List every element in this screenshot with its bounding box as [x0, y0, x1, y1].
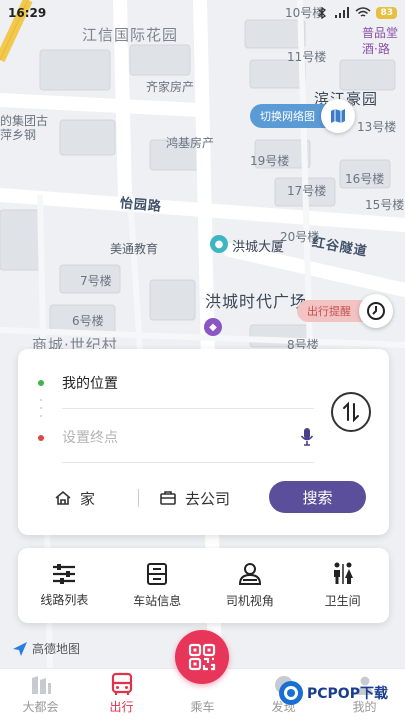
map-label-left-steel: 萍乡钢 — [0, 128, 37, 142]
bus-icon — [111, 672, 132, 695]
service-restroom-label: 卫生间 — [324, 594, 361, 608]
status-time: 16:29 — [8, 6, 47, 20]
quick-destinations: 家 去公司 搜索 — [18, 481, 389, 515]
status-icons: 83 — [315, 7, 397, 19]
destination-field[interactable]: 设置终点 — [62, 411, 314, 463]
poi-hongcheng-tower-icon: ● — [210, 235, 228, 253]
service-driver-view-label: 司机视角 — [225, 594, 274, 608]
map-label-building-6: 6号楼 — [72, 314, 104, 328]
qr-code-icon — [188, 643, 216, 671]
watermark-text: PCPOP下载 — [307, 686, 388, 702]
map-label-hongcheng-plaza: 洪城时代广场 — [205, 292, 308, 311]
map-label-building-7: 7号楼 — [80, 274, 112, 288]
quick-divider — [138, 489, 139, 507]
map-label-jiangxin: 江信国际花园 — [82, 26, 179, 44]
map-label-building-19: 19号楼 — [250, 154, 290, 168]
tab-metropolis-label: 大都会 — [22, 700, 59, 714]
station-info-icon — [147, 563, 168, 585]
bluetooth-icon — [319, 7, 327, 19]
destination-placeholder: 设置终点 — [62, 429, 118, 446]
service-bar: 线路列表 车站信息 司机视角 卫生间 — [18, 548, 389, 623]
quick-home-label: 家 — [80, 489, 96, 508]
microphone-icon[interactable] — [300, 427, 314, 447]
map-icon — [331, 109, 345, 123]
tab-metropolis[interactable]: 大都会 — [0, 669, 81, 720]
service-route-list-label: 线路列表 — [40, 593, 89, 607]
quick-home-button[interactable]: 家 — [54, 488, 95, 509]
metropolis-icon — [31, 676, 51, 694]
watermark: PCPOP下载 — [278, 680, 388, 706]
signal-icon — [335, 7, 350, 18]
route-connector — [40, 396, 42, 420]
service-driver-view[interactable]: 司机视角 — [204, 548, 297, 623]
destination-dot-icon — [38, 435, 44, 441]
map-label-hongcheng-tower: 洪城大厦 — [232, 240, 285, 255]
amap-arrow-icon — [13, 641, 27, 656]
origin-label: 我的位置 — [62, 375, 118, 392]
driver-view-icon — [238, 563, 261, 585]
tab-ride-label: 乘车 — [190, 700, 215, 714]
map-label-qijia: 齐家房产 — [146, 80, 195, 94]
switch-map-label: 切换网络图 — [260, 110, 315, 123]
watermark-logo-icon — [279, 681, 303, 705]
swap-route-button[interactable] — [331, 392, 371, 432]
battery-indicator: 83 — [376, 7, 397, 19]
route-list-icon — [53, 564, 76, 584]
poi-plaza-icon: ◆ — [204, 318, 222, 336]
switch-map-button[interactable] — [321, 99, 355, 133]
service-station-info-label: 车站信息 — [133, 594, 182, 608]
quick-company-button[interactable]: 去公司 — [159, 488, 230, 509]
map-label-building-17: 17号楼 — [287, 184, 327, 198]
map-label-honghe: 鸿基房产 — [166, 136, 215, 150]
origin-field[interactable]: 我的位置 — [62, 357, 314, 409]
search-button-label: 搜索 — [302, 488, 333, 507]
map-label-meitong: 美通教育 — [110, 242, 159, 256]
travel-reminder-button[interactable] — [359, 294, 393, 328]
clock-icon — [367, 302, 385, 320]
amap-logo-text: 高德地图 — [32, 642, 81, 656]
home-icon — [55, 490, 71, 505]
service-restroom[interactable]: 卫生间 — [296, 548, 389, 623]
origin-dot-icon — [38, 380, 44, 386]
briefcase-icon — [160, 491, 176, 505]
map-label-building-11: 11号楼 — [287, 50, 327, 64]
tab-travel-label: 出行 — [109, 700, 134, 714]
map-label-building-13: 13号楼 — [357, 120, 397, 134]
map-label-yiyuan-road: 怡园路 — [119, 196, 163, 215]
quick-company-label: 去公司 — [185, 489, 231, 508]
service-station-info[interactable]: 车站信息 — [111, 548, 204, 623]
status-bar: 16:29 83 — [0, 0, 405, 26]
map-label-building-15: 15号楼 — [365, 198, 405, 212]
wifi-icon — [355, 7, 371, 17]
map-label-building-16: 16号楼 — [345, 172, 385, 186]
travel-reminder-label: 出行提醒 — [307, 305, 351, 318]
map-label-puping: 普品堂 — [362, 26, 399, 40]
tab-travel[interactable]: 出行 — [81, 669, 162, 720]
map-label-jiulu: 酒·路 — [362, 42, 390, 56]
search-button[interactable]: 搜索 — [269, 481, 366, 513]
amap-logo: 高德地图 — [12, 640, 80, 657]
swap-arrows-icon — [343, 401, 359, 423]
ride-qr-button[interactable] — [175, 630, 229, 684]
route-planner-card: 我的位置 设置终点 家 去公司 搜索 — [18, 349, 389, 535]
restroom-icon — [333, 562, 353, 584]
service-route-list[interactable]: 线路列表 — [18, 548, 111, 623]
